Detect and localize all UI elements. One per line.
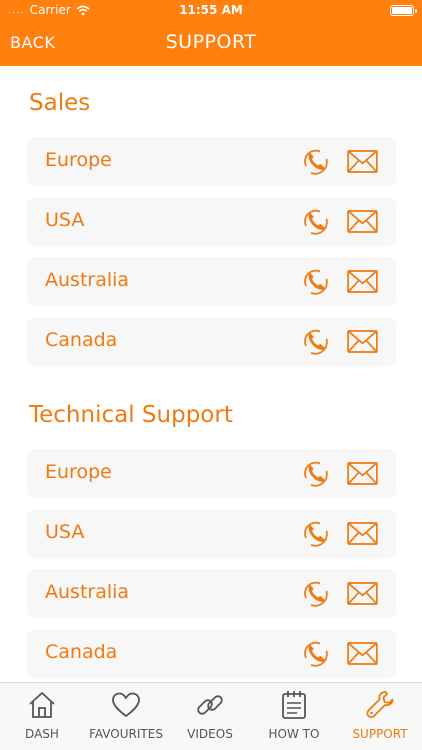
row-label: Canada [45,641,118,663]
sales-row-canada: Canada [27,317,396,366]
sales-row-usa: USA [27,197,396,246]
tab-label: SUPPORT [352,727,408,741]
sales-row-australia: Australia [27,257,396,306]
tab-bar: DASH FAVOURITES VIDEOS HOW TO SUPPORT [0,682,422,750]
tab-label: FAVOURITES [89,727,163,741]
tech-row-usa: USA [27,509,396,558]
row-label: Europe [45,461,112,483]
battery-icon [390,5,417,16]
row-label: Australia [45,581,130,603]
mail-icon[interactable] [347,582,378,605]
link-icon [197,695,223,715]
tab-label: HOW TO [268,727,320,741]
phone-icon[interactable] [300,266,331,297]
tab-how-to[interactable]: HOW TO [252,683,336,750]
status-time: 11:55 AM [179,3,243,17]
mail-icon[interactable] [347,462,378,485]
status-bar: .... Carrier 11:55 AM [0,0,422,22]
tab-label: VIDEOS [187,727,233,741]
phone-icon[interactable] [300,518,331,549]
phone-icon[interactable] [300,146,331,177]
section-title-sales: Sales [29,90,91,116]
tab-dash[interactable]: DASH [0,683,84,750]
mail-icon[interactable] [347,210,378,233]
tab-favourites[interactable]: FAVOURITES [84,683,168,750]
heart-icon [112,692,140,717]
tab-support[interactable]: SUPPORT [338,683,422,750]
tab-videos[interactable]: VIDEOS [168,683,252,750]
navigation-bar: BACK SUPPORT [0,22,422,66]
phone-icon[interactable] [300,638,331,669]
page-title: SUPPORT [165,31,257,53]
row-label: Australia [45,269,130,291]
mail-icon[interactable] [347,150,378,173]
tech-row-europe: Europe [27,449,396,498]
tech-row-australia: Australia [27,569,396,618]
notepad-icon [282,691,306,719]
sales-row-europe: Europe [27,137,396,186]
wrench-icon [366,691,394,719]
tab-label: DASH [25,727,59,741]
phone-icon[interactable] [300,206,331,237]
mail-icon[interactable] [347,522,378,545]
support-list[interactable]: Sales Europe USA Australia Canada Techni… [0,66,422,682]
mail-icon[interactable] [347,330,378,353]
row-label: USA [45,521,85,543]
mail-icon[interactable] [347,270,378,293]
phone-icon[interactable] [300,578,331,609]
mail-icon[interactable] [347,642,378,665]
row-label: Europe [45,149,112,171]
phone-icon[interactable] [300,458,331,489]
home-icon [29,692,55,718]
row-label: Canada [45,329,118,351]
tech-row-canada: Canada [27,629,396,678]
section-title-technical-support: Technical Support [29,402,233,428]
row-label: USA [45,209,85,231]
phone-icon[interactable] [300,326,331,357]
